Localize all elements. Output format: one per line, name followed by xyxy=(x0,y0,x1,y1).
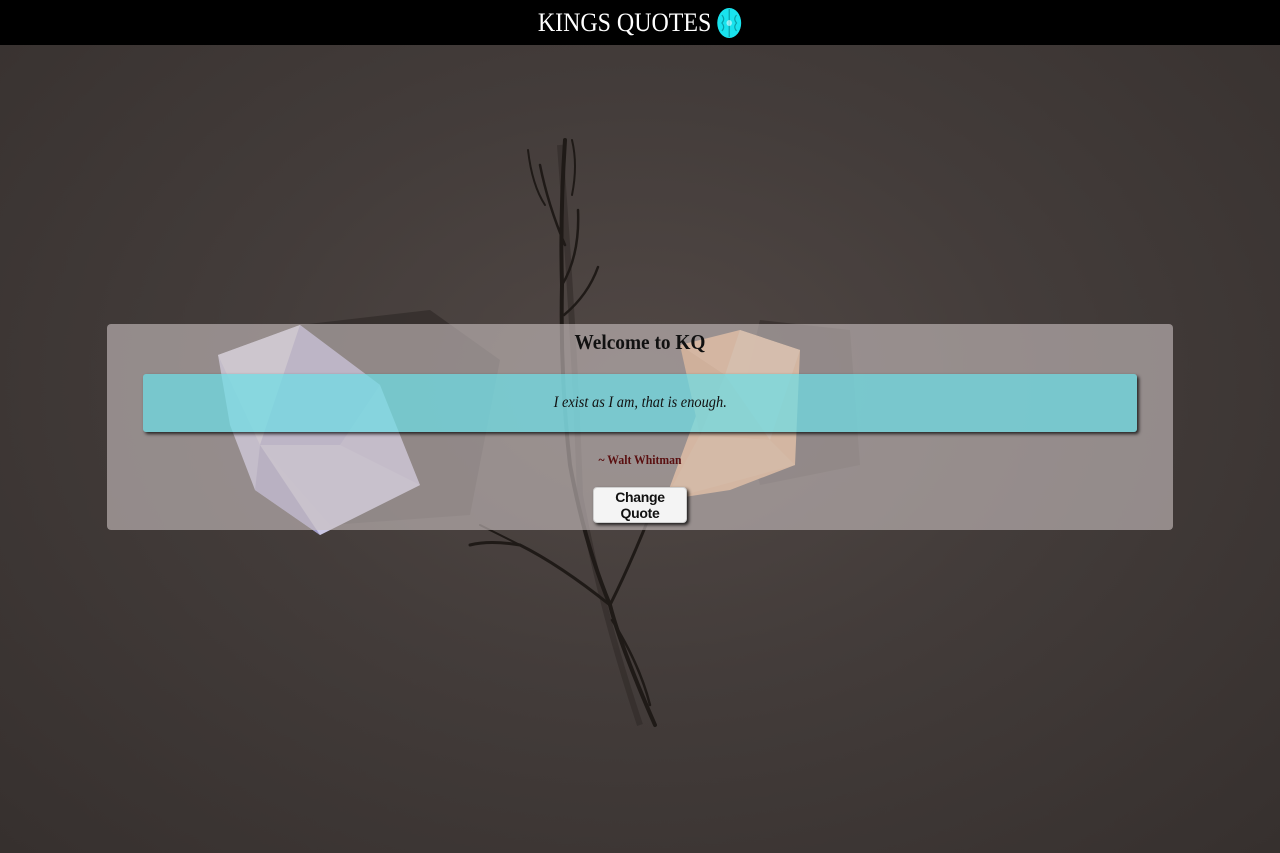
card-title: Welcome to KQ xyxy=(574,330,706,354)
quote-card: Welcome to KQ I exist as I am, that is e… xyxy=(107,324,1173,530)
quote-author: ~ Walt Whitman xyxy=(598,452,682,467)
quote-box: I exist as I am, that is enough. xyxy=(143,374,1137,432)
top-navbar: KINGS QUOTES xyxy=(0,0,1280,45)
change-quote-button[interactable]: Change Quote xyxy=(593,487,687,523)
brain-icon xyxy=(716,7,742,39)
site-title: KINGS QUOTES xyxy=(538,7,712,37)
brand[interactable]: KINGS QUOTES xyxy=(538,7,742,39)
quote-text: I exist as I am, that is enough. xyxy=(553,394,727,411)
